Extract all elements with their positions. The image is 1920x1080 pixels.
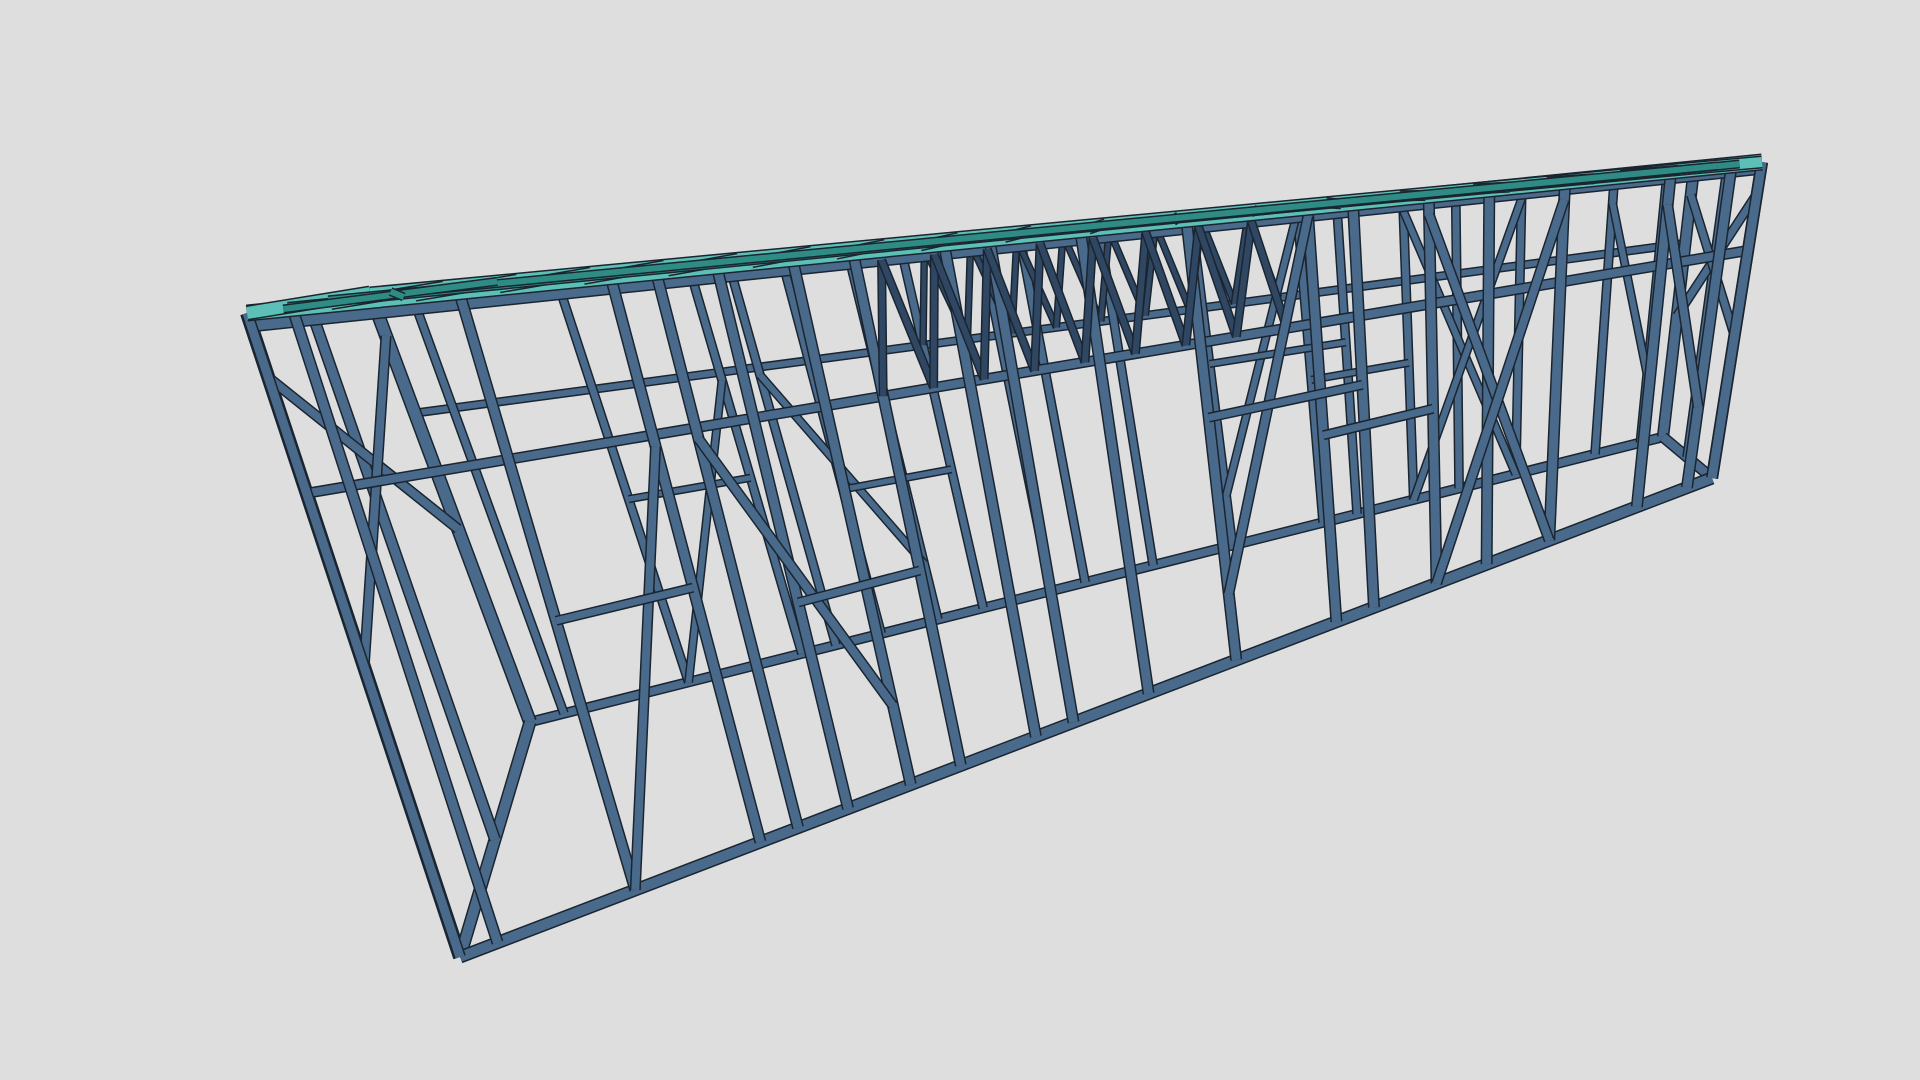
front-wall-truss-web [878, 260, 887, 397]
left-end-wall-corner-post [364, 291, 536, 724]
back-wall-brace [1609, 202, 1651, 376]
back-wall-truss-web [920, 248, 927, 346]
front-wall-stud [712, 265, 853, 810]
3d-viewport[interactable] [0, 0, 1920, 1080]
front-wall-truss-web [930, 254, 938, 388]
steel-frame-model[interactable] [0, 0, 1920, 1080]
front-wall-nogging [1208, 381, 1364, 422]
front-wall-truss-web [981, 248, 991, 380]
front-wall-nogging [555, 584, 694, 625]
back-wall-truss-web [965, 243, 973, 340]
front-wall-brace [631, 446, 660, 891]
front-wall-stud [1348, 202, 1379, 608]
front-wall-nogging [1322, 405, 1434, 439]
front-wall-truss-web [931, 253, 987, 381]
